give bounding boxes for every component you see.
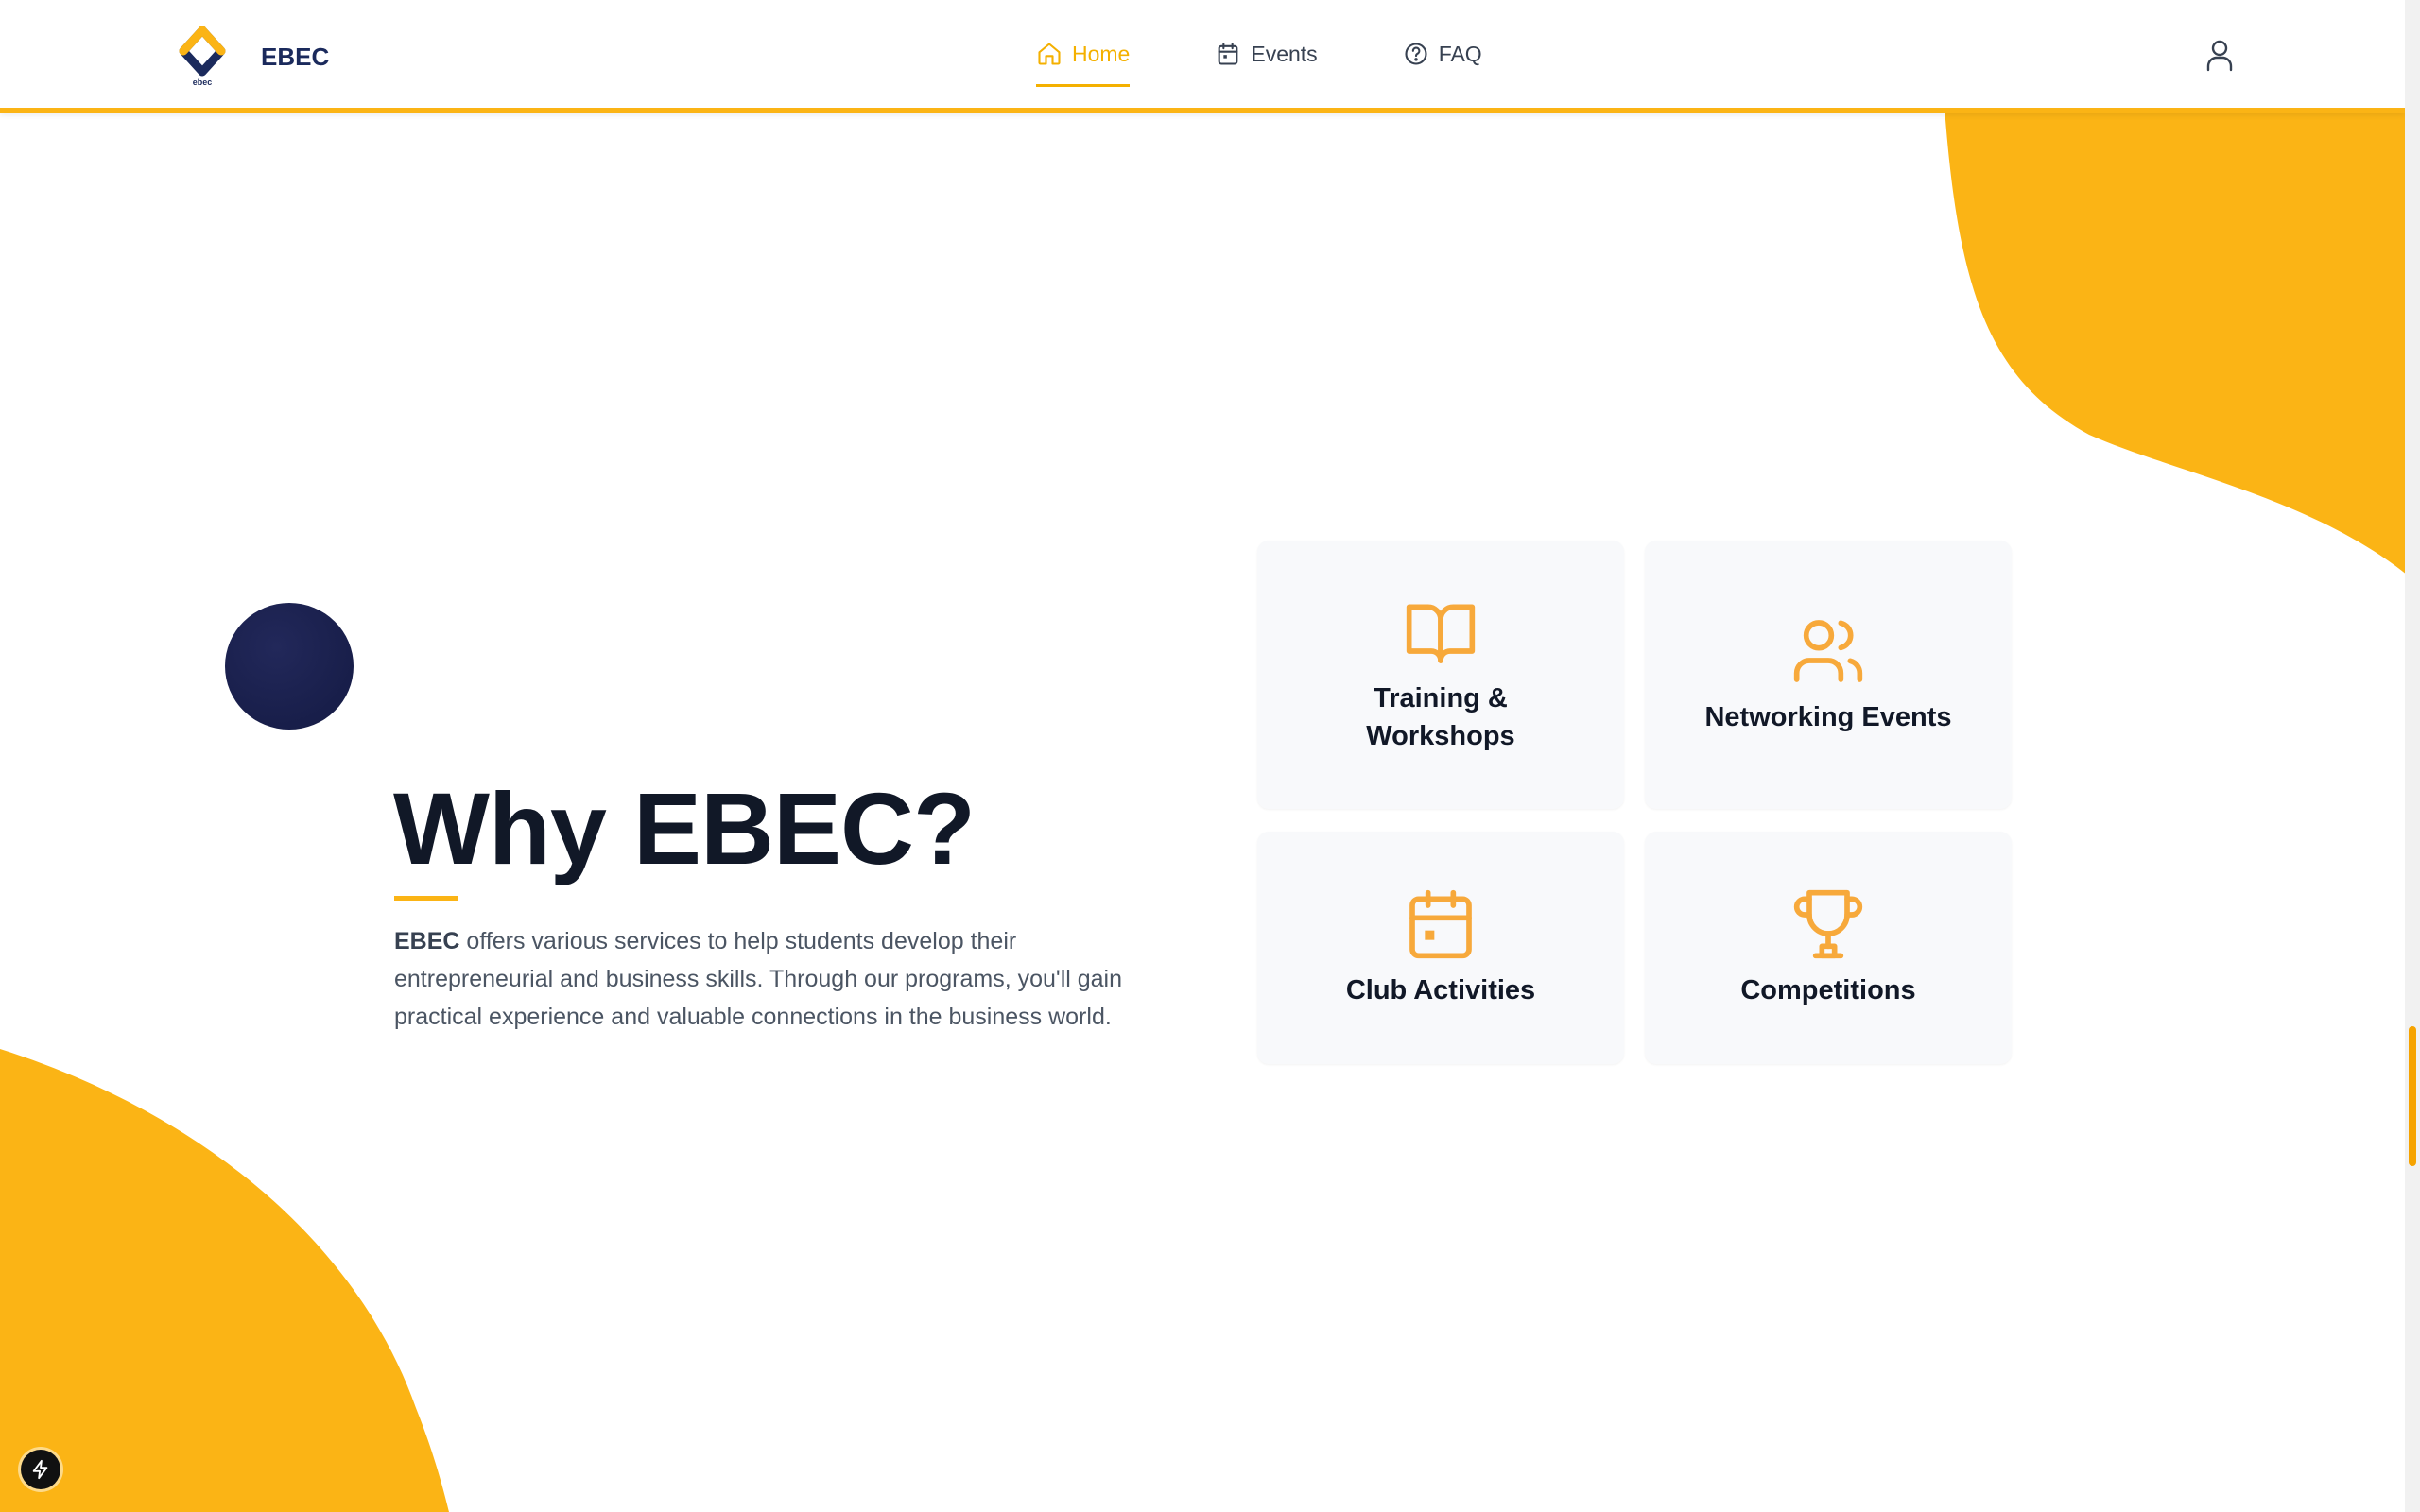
users-icon <box>1793 620 1863 682</box>
service-card-title: Training & Workshops <box>1366 683 1515 751</box>
nav-item-events[interactable]: Events <box>1215 0 1318 108</box>
scrollbar-thumb[interactable] <box>2409 1026 2416 1166</box>
dev-tools-button[interactable] <box>21 1450 60 1489</box>
trophy-icon <box>1793 889 1863 959</box>
lightning-icon <box>32 1459 48 1480</box>
user-account-button[interactable] <box>2204 38 2236 72</box>
title-underline <box>394 896 458 901</box>
ebec-logo: ebec <box>179 26 226 87</box>
intro-description: EBEC offers various services to help stu… <box>394 922 1150 1036</box>
page-scrollbar[interactable] <box>2405 0 2420 1512</box>
service-card-title: Networking Events <box>1704 702 1952 732</box>
help-circle-icon <box>1405 43 1427 65</box>
brand-home-link[interactable]: ebec EBEC <box>176 26 329 87</box>
home-icon <box>1038 43 1061 65</box>
service-card-competitions[interactable]: Competitions <box>1645 832 2012 1064</box>
service-card-training[interactable]: Training & Workshops <box>1257 541 1624 809</box>
calendar-icon <box>1409 889 1472 959</box>
user-icon <box>2206 40 2233 72</box>
nav-item-home[interactable]: Home <box>1036 0 1131 108</box>
description-text: offers various services to help students… <box>394 928 1123 1030</box>
top-navbar: ebec EBEC Home Events FAQ <box>0 0 2405 113</box>
decorative-blob-bottom-left <box>0 1049 449 1512</box>
service-card-networking[interactable]: Networking Events <box>1645 541 2012 809</box>
nav-item-label: Events <box>1251 41 1318 66</box>
calendar-icon <box>1218 43 1238 65</box>
decorative-circle <box>225 603 354 730</box>
service-card-club[interactable]: Club Activities <box>1257 832 1624 1064</box>
main-nav: Home Events FAQ <box>1036 0 1482 108</box>
description-highlight: EBEC <box>394 928 460 954</box>
service-card-title: Club Activities <box>1345 975 1536 1005</box>
nav-item-label: Home <box>1072 41 1131 66</box>
page-title: Why EBEC? <box>393 771 976 885</box>
brand-name: EBEC <box>261 42 330 71</box>
service-card-title: Competitions <box>1740 975 1916 1005</box>
decorative-blob-top-right <box>1944 94 2420 586</box>
brand-logo-text: ebec <box>193 77 213 87</box>
nav-item-faq[interactable]: FAQ <box>1403 0 1482 108</box>
book-open-icon <box>1406 604 1476 663</box>
nav-item-label: FAQ <box>1438 41 1482 66</box>
